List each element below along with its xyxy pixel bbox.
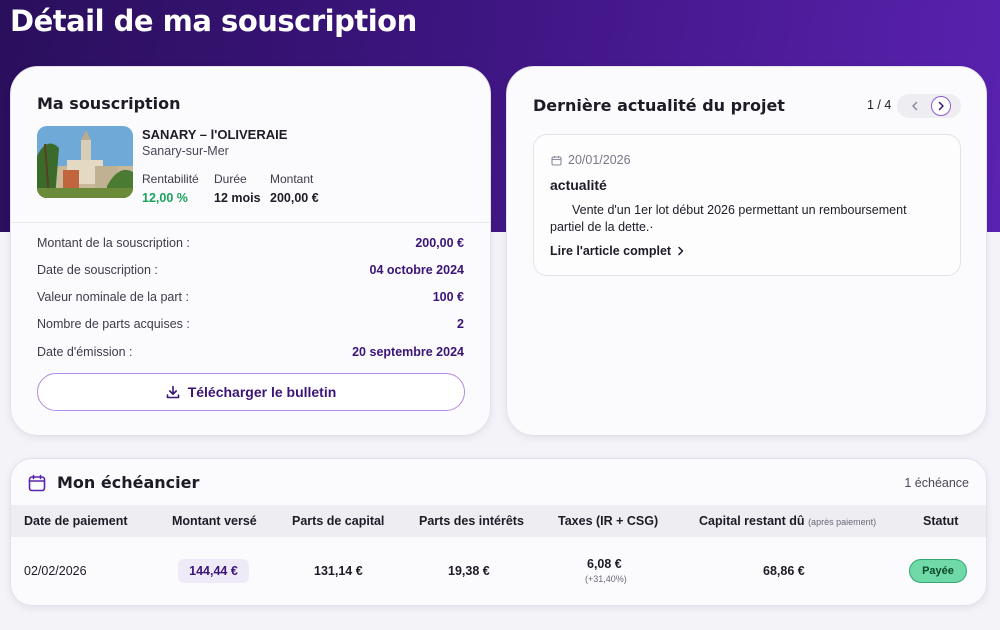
kpi-amount-label: Montant [270, 172, 314, 186]
news-pager [897, 94, 961, 118]
row-remaining: 68,86 € [763, 564, 805, 578]
news-title: actualité [550, 177, 607, 193]
news-heading: Dernière actualité du projet [533, 96, 785, 115]
news-next-button[interactable] [931, 96, 951, 116]
column-header-remaining-label: Capital restant dû [699, 514, 805, 528]
column-header-taxes: Taxes (IR + CSG) [558, 514, 659, 528]
detail-label: Date de souscription : [37, 263, 158, 277]
column-header-date: Date de paiement [24, 514, 128, 528]
chevron-right-icon [677, 246, 684, 256]
download-bulletin-button[interactable]: Télécharger le bulletin [37, 373, 465, 411]
column-header-interest: Parts des intérêts [419, 514, 524, 528]
detail-label: Montant de la souscription : [37, 236, 190, 250]
detail-label: Valeur nominale de la part : [37, 290, 189, 304]
news-card: Dernière actualité du projet 1 / 4 20/01… [506, 66, 987, 436]
read-article-label: Lire l'article complet [550, 244, 672, 258]
read-article-link[interactable]: Lire l'article complet [550, 244, 684, 258]
row-taxes-rate: (+31,40%) [585, 574, 627, 584]
download-icon [166, 385, 180, 399]
kpi-duration-label: Durée [214, 172, 247, 186]
divider [11, 222, 490, 223]
schedule-table-header: Date de paiement Montant versé Parts de … [11, 505, 986, 537]
column-header-amount: Montant versé [172, 514, 257, 528]
news-article: 20/01/2026 actualité Vente d'un 1er lot … [533, 134, 961, 276]
row-capital: 131,14 € [314, 564, 363, 578]
status-badge: Payée [909, 559, 967, 583]
row-taxes: 6,08 € [587, 557, 622, 571]
news-prev-button[interactable] [905, 96, 925, 116]
subscription-heading: Ma souscription [37, 94, 181, 113]
row-interest: 19,38 € [448, 564, 490, 578]
download-bulletin-label: Télécharger le bulletin [187, 384, 337, 400]
kpi-duration-value: 12 mois [214, 191, 261, 205]
column-header-remaining-note: (après paiement) [808, 517, 877, 527]
schedule-heading: Mon échéancier [57, 473, 200, 492]
news-pager-count: 1 / 4 [867, 98, 892, 112]
chevron-right-icon [937, 101, 945, 111]
column-header-status: Statut [923, 514, 959, 528]
detail-value: 04 octobre 2024 [369, 263, 465, 277]
news-date: 20/01/2026 [568, 153, 631, 167]
schedule-card: Mon échéancier 1 échéance Date de paieme… [10, 458, 987, 606]
calendar-icon [551, 155, 562, 166]
row-amount: 144,44 € [178, 559, 249, 583]
detail-label: Nombre de parts acquises : [37, 317, 190, 331]
row-date: 02/02/2026 [24, 564, 87, 578]
project-city: Sanary-sur-Mer [142, 144, 229, 158]
project-thumbnail [37, 126, 133, 198]
subscription-card: Ma souscription SANARY – l'OLIVERAIE San… [10, 66, 491, 436]
detail-value: 20 septembre 2024 [352, 345, 464, 359]
kpi-amount-value: 200,00 € [270, 191, 319, 205]
column-header-remaining: Capital restant dû (après paiement) [699, 514, 876, 528]
news-body: Vente d'un 1er lot début 2026 permettant… [550, 203, 907, 234]
column-header-capital: Parts de capital [292, 514, 385, 528]
kpi-yield-label: Rentabilité [142, 172, 199, 186]
detail-value: 200,00 € [415, 236, 464, 250]
kpi-yield-value: 12,00 % [142, 191, 188, 205]
schedule-count: 1 échéance [904, 476, 969, 490]
page-title: Détail de ma souscription [10, 4, 417, 38]
detail-label: Date d'émission : [37, 345, 133, 359]
detail-value: 100 € [432, 290, 464, 304]
calendar-icon [28, 474, 46, 492]
project-name: SANARY – l'OLIVERAIE [142, 127, 288, 142]
chevron-left-icon [911, 101, 919, 111]
detail-value: 2 [457, 317, 464, 331]
